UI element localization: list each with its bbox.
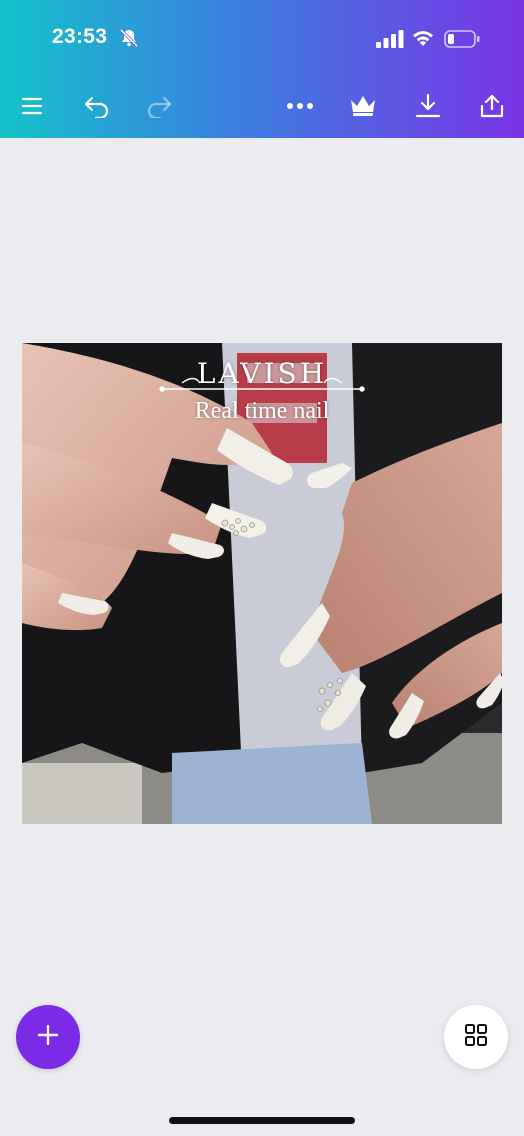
- home-indicator[interactable]: [169, 1117, 355, 1124]
- status-bar: 23:53: [0, 0, 524, 80]
- bell-slash-icon: [119, 28, 139, 53]
- wifi-icon: [411, 29, 435, 52]
- editor-toolbar: [0, 82, 524, 130]
- undo-icon[interactable]: [83, 92, 111, 120]
- pages-grid-button[interactable]: [444, 1005, 508, 1069]
- overlay-title-text[interactable]: LAVISH: [22, 357, 502, 390]
- download-icon[interactable]: [414, 92, 442, 120]
- grid-icon: [464, 1023, 488, 1052]
- redo-icon[interactable]: [145, 92, 173, 120]
- signal-icon: [376, 30, 404, 53]
- crown-icon[interactable]: [349, 92, 377, 120]
- design-canvas-photo[interactable]: LAVISH Real time nail: [22, 343, 502, 824]
- editor-header: 23:53: [0, 0, 524, 138]
- add-element-button[interactable]: [16, 1005, 80, 1069]
- plus-icon: [36, 1023, 60, 1052]
- share-icon[interactable]: [478, 92, 506, 120]
- status-time: 23:53: [52, 25, 108, 48]
- overlay-subtitle-text[interactable]: Real time nail: [22, 398, 502, 425]
- battery-icon: [444, 30, 480, 53]
- menu-icon[interactable]: [18, 92, 46, 120]
- more-icon[interactable]: [286, 92, 314, 120]
